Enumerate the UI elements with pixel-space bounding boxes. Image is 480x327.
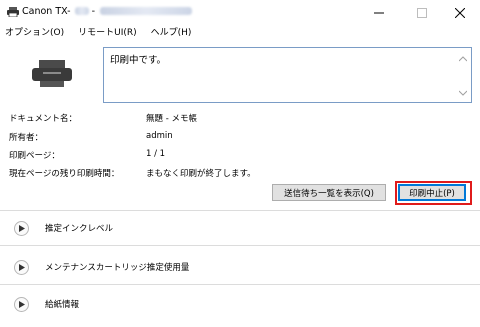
close-button[interactable] bbox=[440, 0, 480, 25]
expand-icon[interactable] bbox=[14, 296, 29, 312]
close-icon bbox=[455, 7, 465, 18]
printing-page-value: 1 / 1 bbox=[146, 149, 166, 159]
maximize-icon bbox=[417, 7, 427, 18]
menu-help[interactable]: ヘルプ(H) bbox=[144, 25, 199, 41]
divider bbox=[0, 210, 480, 211]
cancel-printing-button[interactable]: 印刷中止(P) bbox=[398, 184, 466, 201]
show-print-queue-button[interactable]: 送信待ち一覧を表示(Q) bbox=[272, 184, 386, 201]
divider bbox=[0, 284, 480, 285]
section-maintenance-cartridge[interactable]: メンテナンスカートリッジ推定使用量 bbox=[8, 256, 472, 278]
play-triangle-icon bbox=[18, 224, 25, 232]
window-title-separator: - bbox=[91, 6, 96, 17]
title-bar: Canon TX- - bbox=[0, 0, 480, 25]
play-triangle-icon bbox=[18, 300, 25, 308]
redacted-model bbox=[74, 7, 89, 15]
section-paper-info[interactable]: 給紙情報 bbox=[8, 293, 472, 315]
section-paper-info-label: 給紙情報 bbox=[45, 300, 80, 310]
owner-value: admin bbox=[146, 131, 173, 141]
status-message: 印刷中です。 bbox=[110, 55, 167, 66]
scroll-up-icon[interactable] bbox=[459, 56, 467, 62]
menu-options[interactable]: オプション(O) bbox=[0, 25, 71, 41]
document-name-label: ドキュメント名： bbox=[9, 114, 78, 124]
expand-icon[interactable] bbox=[14, 220, 29, 236]
window-title-text: Canon TX- bbox=[22, 6, 71, 17]
minimize-icon bbox=[374, 12, 384, 13]
remaining-time-value: まもなく印刷が終了します。 bbox=[146, 169, 256, 179]
scroll-down-icon[interactable] bbox=[459, 90, 467, 96]
maximize-button[interactable] bbox=[402, 0, 442, 25]
expand-icon[interactable] bbox=[14, 259, 29, 275]
document-name-value: 無題 - メモ帳 bbox=[146, 114, 197, 124]
section-maintenance-cartridge-label: メンテナンスカートリッジ推定使用量 bbox=[45, 263, 190, 273]
status-message-box: 印刷中です。 bbox=[103, 47, 472, 103]
section-ink-level-label: 推定インクレベル bbox=[45, 224, 114, 234]
printer-app-icon bbox=[7, 7, 19, 17]
minimize-button[interactable] bbox=[359, 0, 399, 25]
printing-page-label: 印刷ページ： bbox=[9, 151, 60, 161]
remaining-time-label: 現在ページの残り印刷時間： bbox=[9, 169, 120, 179]
play-triangle-icon bbox=[18, 263, 25, 271]
divider bbox=[0, 245, 480, 246]
menu-remote-ui[interactable]: リモートUI(R) bbox=[71, 25, 144, 41]
window-title: Canon TX- - bbox=[22, 6, 193, 17]
section-ink-level[interactable]: 推定インクレベル bbox=[8, 217, 472, 239]
owner-label: 所有者： bbox=[9, 133, 44, 143]
printer-icon bbox=[32, 60, 72, 87]
redacted-address bbox=[100, 7, 193, 15]
menu-bar: オプション(O) リモートUI(R) ヘルプ(H) bbox=[0, 25, 480, 41]
